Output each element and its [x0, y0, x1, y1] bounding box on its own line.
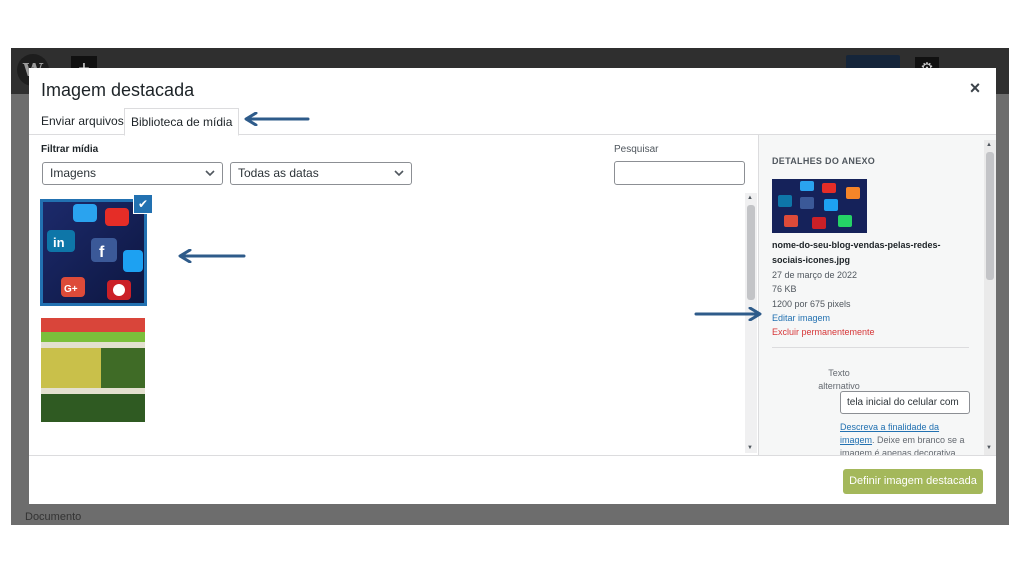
divider — [772, 347, 969, 348]
close-icon[interactable]: × — [965, 78, 985, 98]
attachment-preview — [772, 179, 867, 233]
scrollbar-thumb[interactable] — [986, 152, 994, 280]
chevron-down-icon — [394, 170, 404, 177]
media-tabs: Enviar arquivos Biblioteca de mídia — [29, 108, 996, 136]
attachment-date: 27 de março de 2022 — [772, 270, 858, 280]
scroll-down-icon[interactable]: ▼ — [747, 445, 753, 451]
selected-checkmark-icon[interactable]: ✔ — [133, 194, 153, 214]
modal-toolbar: Definir imagem destacada — [29, 455, 996, 504]
scroll-up-icon[interactable]: ▲ — [986, 142, 992, 148]
filter-media-label: Filtrar mídia — [41, 144, 99, 155]
attachment-preview-image — [772, 179, 867, 233]
details-scrollbar[interactable]: ▲ ▼ — [984, 140, 996, 455]
alt-text-input[interactable]: tela inicial do celular com — [840, 391, 970, 414]
search-input[interactable] — [614, 161, 745, 185]
svg-text:in: in — [53, 235, 65, 250]
attachment-dimensions: 1200 por 675 pixels — [772, 299, 851, 309]
delete-permanently-link[interactable]: Excluir permanentemente — [772, 327, 875, 337]
alt-text-help: Descreva a finalidade da imagem. Deixe e… — [840, 421, 975, 455]
media-date-select[interactable]: Todas as datas — [230, 162, 412, 185]
alt-text-label: Texto alternativo — [818, 368, 860, 391]
attachment-details-panel: DETALHES DO ANEXO nome-do-seu-blog-venda… — [758, 135, 996, 455]
media-type-value: Imagens — [50, 166, 97, 180]
edit-image-link[interactable]: Editar imagem — [772, 313, 830, 323]
media-date-value: Todas as datas — [238, 166, 319, 180]
arrow-left-icon — [178, 249, 246, 263]
editor-document-label: Documento — [25, 511, 82, 523]
fruit-market-image — [41, 318, 145, 422]
chevron-down-icon — [205, 170, 215, 177]
modal-title: Imagem destacada — [41, 80, 195, 100]
scroll-down-icon[interactable]: ▼ — [986, 445, 992, 451]
search-label: Pesquisar — [614, 144, 659, 155]
svg-text:G+: G+ — [64, 284, 78, 295]
tab-media-library[interactable]: Biblioteca de mídia — [124, 108, 240, 136]
svg-text:f: f — [99, 244, 105, 261]
set-featured-image-button[interactable]: Definir imagem destacada — [843, 469, 983, 494]
arrow-right-icon — [694, 307, 762, 321]
attachment-details-heading: DETALHES DO ANEXO — [772, 156, 876, 166]
social-icons-image: in f G+ — [43, 202, 144, 303]
featured-image-modal: Imagem destacada × Enviar arquivos Bibli… — [29, 68, 996, 504]
arrow-left-icon — [244, 112, 310, 126]
tab-upload-files[interactable]: Enviar arquivos — [35, 108, 130, 135]
scroll-up-icon[interactable]: ▲ — [747, 195, 753, 201]
media-grid-scrollbar[interactable]: ▲ ▼ — [745, 193, 757, 453]
media-item-fruit-market[interactable] — [41, 318, 145, 422]
attachment-size: 76 KB — [772, 284, 797, 294]
media-item-social-icons[interactable]: in f G+ — [40, 199, 147, 306]
media-type-select[interactable]: Imagens — [42, 162, 223, 185]
attachment-filename: nome-do-seu-blog-vendas-pelas-redes-soci… — [772, 240, 941, 265]
scrollbar-thumb[interactable] — [747, 205, 755, 300]
